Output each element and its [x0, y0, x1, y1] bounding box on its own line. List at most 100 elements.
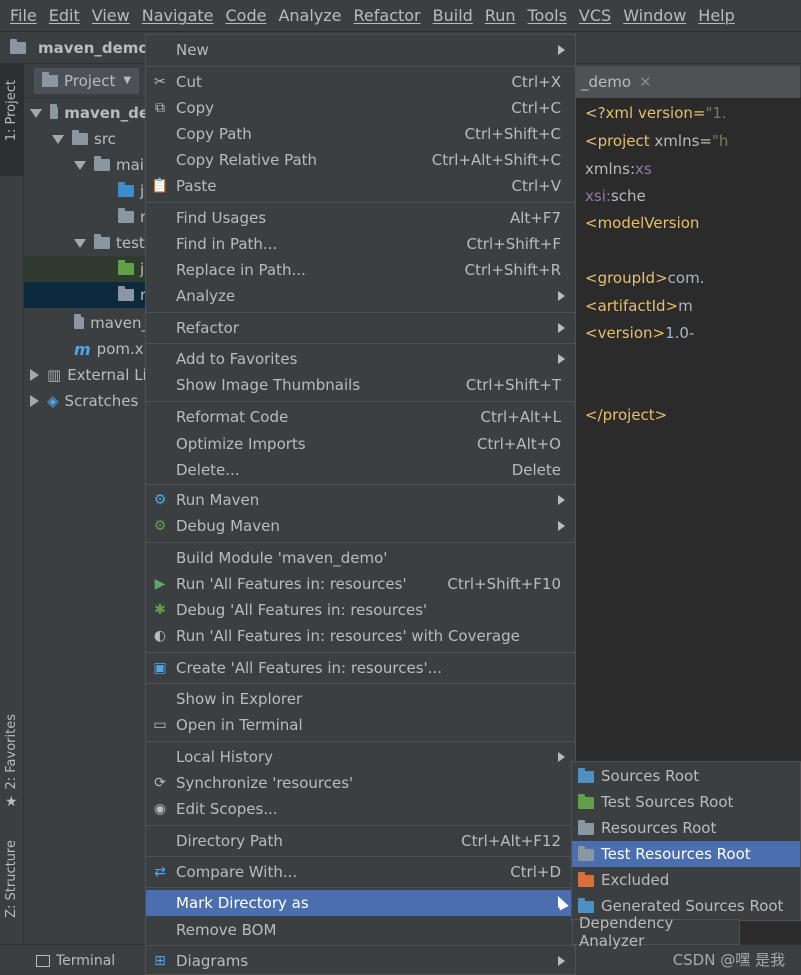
menu-item-local-history[interactable]: Local History: [146, 744, 575, 770]
menu-item-edit-scopes[interactable]: ◉ Edit Scopes...: [146, 796, 575, 822]
left-tool-stripe: 1: Project 2: Favorites ★ Z: Structure: [0, 64, 24, 944]
module-file-icon: [74, 314, 85, 329]
tree-row-iml[interactable]: maven_: [24, 310, 149, 336]
menu-item-show-image-thumbnails[interactable]: Show Image Thumbnails Ctrl+Shift+T: [146, 372, 575, 398]
menu-item-run-all-features[interactable]: ▶ Run 'All Features in: resources' Ctrl+Sh…: [146, 571, 575, 597]
terminal-icon: [36, 955, 50, 967]
test-source-folder-icon: [118, 260, 134, 275]
scope-icon: ◉: [153, 801, 167, 817]
tree-label: mai: [116, 156, 144, 174]
project-view-selector[interactable]: Project ▼: [34, 67, 140, 94]
submenu-item-resources-root[interactable]: Resources Root: [572, 815, 800, 841]
breadcrumb-project[interactable]: maven_demo: [38, 39, 149, 57]
expand-arrow-icon[interactable]: [30, 108, 42, 118]
tree-row-test-resources[interactable]: r: [24, 282, 149, 308]
menu-item-add-to-favorites[interactable]: Add to Favorites: [146, 346, 575, 372]
menu-edit[interactable]: Edit: [43, 6, 86, 25]
menu-navigate[interactable]: Navigate: [136, 6, 220, 25]
project-tool-button[interactable]: 1: Project: [0, 64, 24, 176]
structure-tool-label[interactable]: Z: Structure: [4, 840, 19, 918]
project-panel: Project ▼ maven_de src mai j r test j r …: [24, 64, 149, 944]
submenu-arrow-icon: [558, 45, 565, 55]
menu-run[interactable]: Run: [479, 6, 522, 25]
expand-arrow-icon[interactable]: [52, 134, 64, 144]
menu-item-reformat-code[interactable]: Reformat Code Ctrl+Alt+L: [146, 404, 575, 430]
tree-row-src[interactable]: src: [24, 126, 149, 152]
menu-item-cut[interactable]: ✂ Cut Ctrl+X: [146, 69, 575, 95]
menu-item-refactor[interactable]: Refactor: [146, 315, 575, 341]
project-view-icon: [42, 71, 58, 87]
tree-row-main[interactable]: mai: [24, 152, 149, 178]
menu-item-open-in-terminal[interactable]: ▭ Open in Terminal: [146, 712, 575, 738]
menu-item-find-in-path[interactable]: Find in Path... Ctrl+Shift+F: [146, 231, 575, 257]
menu-item-copy[interactable]: ⧉ Copy Ctrl+C: [146, 95, 575, 121]
dependency-analyzer-popup[interactable]: Dependency Analyzer: [572, 914, 740, 950]
menu-item-synchronize[interactable]: ⟳ Synchronize 'resources': [146, 770, 575, 796]
menu-item-build-module[interactable]: Build Module 'maven_demo': [146, 545, 575, 571]
compare-icon: ⇄: [154, 864, 166, 880]
menu-item-paste[interactable]: 📋 Paste Ctrl+V: [146, 173, 575, 199]
submenu-item-excluded[interactable]: Excluded: [572, 867, 800, 893]
favorites-tool-label[interactable]: 2: Favorites: [4, 714, 19, 790]
menu-view[interactable]: View: [86, 6, 136, 25]
expand-arrow-icon[interactable]: [74, 160, 86, 170]
menu-item-directory-path[interactable]: Directory Path Ctrl+Alt+F12: [146, 828, 575, 854]
folder-icon: [94, 156, 110, 171]
submenu-arrow-icon: [558, 323, 565, 333]
expand-arrow-icon[interactable]: [74, 238, 86, 248]
menu-item-copy-path[interactable]: Copy Path Ctrl+Shift+C: [146, 121, 575, 147]
expand-arrow-icon[interactable]: [30, 369, 39, 381]
menu-item-find-usages[interactable]: Find Usages Alt+F7: [146, 205, 575, 231]
menu-tools[interactable]: Tools: [522, 6, 573, 25]
menu-item-analyze[interactable]: Analyze: [146, 283, 575, 309]
menu-item-run-with-coverage[interactable]: ◐ Run 'All Features in: resources' with C…: [146, 623, 575, 649]
tree-label: maven_: [90, 314, 149, 332]
tree-row-main-java[interactable]: j: [24, 178, 149, 204]
menu-item-show-in-explorer[interactable]: Show in Explorer: [146, 686, 575, 712]
menu-item-replace-in-path[interactable]: Replace in Path... Ctrl+Shift+R: [146, 257, 575, 283]
menu-window[interactable]: Window: [617, 6, 692, 25]
menu-refactor[interactable]: Refactor: [348, 6, 427, 25]
main-menubar: File Edit View Navigate Code Analyze Ref…: [0, 0, 801, 32]
menu-item-remove-bom[interactable]: Remove BOM: [146, 917, 575, 943]
tree-row-pom[interactable]: m pom.xi: [24, 336, 149, 362]
module-folder-icon: [50, 104, 59, 119]
tree-row-test-java[interactable]: j: [24, 256, 149, 282]
menu-item-copy-relative-path[interactable]: Copy Relative Path Ctrl+Alt+Shift+C: [146, 147, 575, 173]
close-icon[interactable]: ✕: [639, 73, 652, 91]
paste-icon: 📋: [151, 178, 169, 194]
menu-item-delete[interactable]: Delete... Delete: [146, 457, 575, 483]
tree-row-scratches[interactable]: ◈ Scratches: [24, 388, 149, 414]
menu-build[interactable]: Build: [427, 6, 479, 25]
menu-item-debug-maven[interactable]: ⚙ Debug Maven: [146, 513, 575, 539]
menu-vcs[interactable]: VCS: [573, 6, 617, 25]
tree-row-maven-demo[interactable]: maven_de: [24, 100, 149, 126]
tree-label: External Li: [67, 366, 147, 384]
expand-arrow-icon[interactable]: [30, 395, 39, 407]
menu-item-run-maven[interactable]: ⚙ Run Maven: [146, 487, 575, 513]
menu-analyze[interactable]: Analyze: [272, 6, 347, 25]
menu-help[interactable]: Help: [692, 6, 740, 25]
menu-item-debug-all-features[interactable]: ✱ Debug 'All Features in: resources': [146, 597, 575, 623]
submenu-item-sources-root[interactable]: Sources Root: [572, 763, 800, 789]
menu-item-optimize-imports[interactable]: Optimize Imports Ctrl+Alt+O: [146, 431, 575, 457]
menu-code[interactable]: Code: [220, 6, 273, 25]
chevron-down-icon: ▼: [123, 75, 132, 86]
editor-tab[interactable]: _demo ✕: [575, 66, 800, 98]
menu-item-mark-directory-as[interactable]: Mark Directory as: [146, 890, 575, 916]
terminal-tool-button[interactable]: Terminal: [36, 953, 115, 969]
generated-sources-root-icon: [578, 898, 594, 913]
tree-row-main-resources[interactable]: r: [24, 204, 149, 230]
mark-directory-submenu: Sources Root Test Sources Root Resources…: [571, 761, 801, 921]
menu-item-diagrams[interactable]: ⊞ Diagrams: [146, 948, 575, 974]
context-menu: New ✂ Cut Ctrl+X ⧉ Copy Ctrl+C Copy Path Ctrl…: [145, 34, 576, 975]
submenu-item-test-resources-root[interactable]: Test Resources Root: [572, 841, 800, 867]
menu-item-create-configuration[interactable]: ▣ Create 'All Features in: resources'...: [146, 655, 575, 681]
submenu-item-test-sources-root[interactable]: Test Sources Root: [572, 789, 800, 815]
tree-row-test[interactable]: test: [24, 230, 149, 256]
tree-row-external-libraries[interactable]: ▥ External Li: [24, 362, 149, 388]
project-tool-label: 1: Project: [4, 80, 19, 142]
menu-item-compare-with[interactable]: ⇄ Compare With... Ctrl+D: [146, 859, 575, 885]
menu-file[interactable]: File: [4, 6, 43, 25]
menu-item-new[interactable]: New: [146, 37, 575, 63]
